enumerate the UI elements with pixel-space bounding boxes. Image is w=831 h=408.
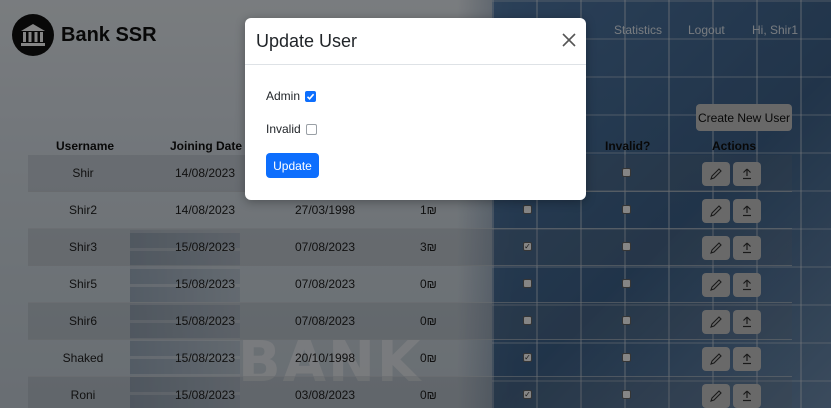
modal-title: Update User xyxy=(256,31,358,51)
invalid-field[interactable]: Invalid xyxy=(266,122,317,136)
invalid-label: Invalid xyxy=(266,122,301,136)
modal-header: Update User xyxy=(245,18,586,65)
admin-checkbox[interactable] xyxy=(305,90,317,102)
admin-label: Admin xyxy=(266,89,301,103)
close-icon[interactable] xyxy=(561,33,577,49)
admin-field[interactable]: Admin xyxy=(266,89,317,103)
update-button[interactable]: Update xyxy=(266,153,319,178)
invalid-checkbox[interactable] xyxy=(305,123,317,135)
update-user-modal: Update User Admin Invalid Update xyxy=(245,18,586,200)
